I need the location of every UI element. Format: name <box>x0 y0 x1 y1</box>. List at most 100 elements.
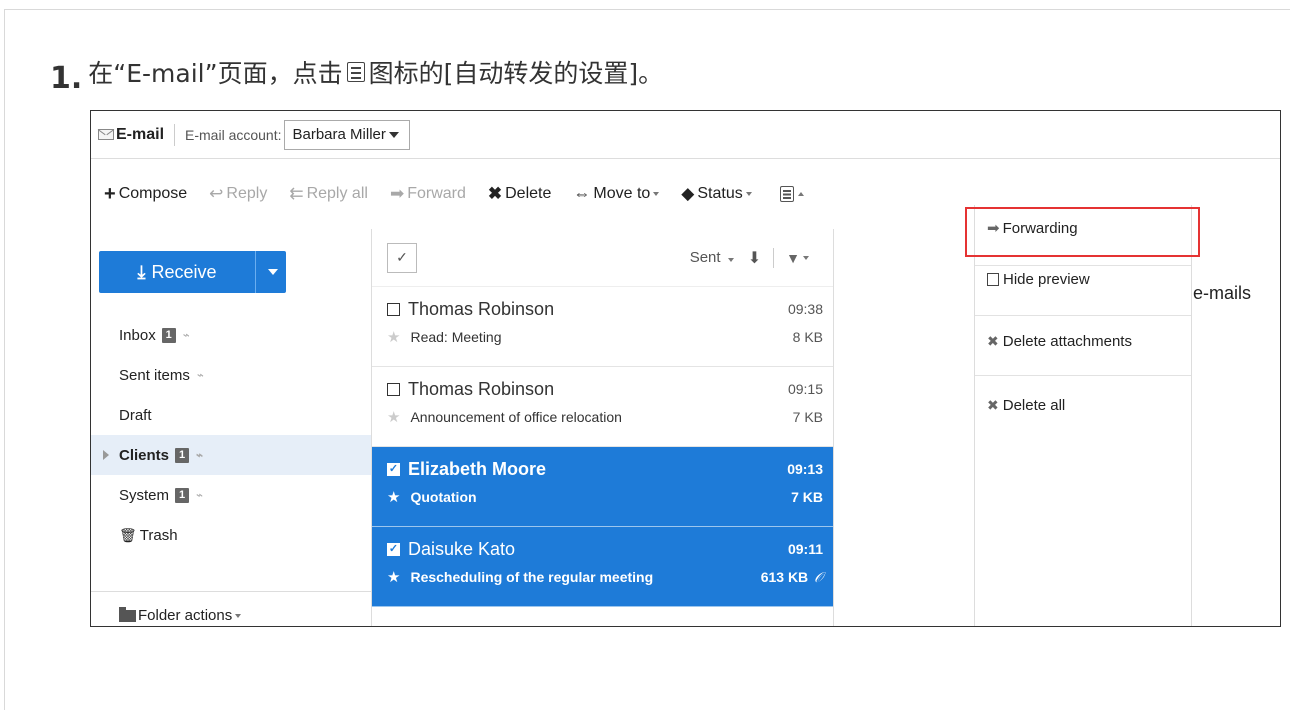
folder-label: Clients <box>119 446 170 464</box>
menu-item-label: Hide preview <box>1003 271 1090 288</box>
menu-icon <box>779 186 794 202</box>
reply-button[interactable]: ↩ Reply <box>209 184 267 204</box>
menu-item-label: Delete attachments <box>1002 333 1132 350</box>
message-size: 7 KB <box>791 489 823 505</box>
reply-all-button[interactable]: ⇇ Reply all <box>289 184 368 204</box>
status-button[interactable]: ◆ Status <box>681 184 752 204</box>
folder-trash[interactable]: 🗑 Trash <box>91 515 371 555</box>
sort-controls: Sent ⬇ ▼ <box>690 247 809 268</box>
menu-item-delete-attachments[interactable]: ✖ Delete attachments <box>987 333 1132 350</box>
menu-item-label: Delete all <box>1002 397 1066 414</box>
menu-divider <box>975 375 1191 376</box>
move-arrows-icon: ⇔ <box>573 184 591 203</box>
folder-label: System <box>119 486 170 504</box>
forward-label: Forward <box>407 185 466 202</box>
message-sender: Thomas Robinson <box>408 298 555 319</box>
message-subject: Quotation <box>410 489 477 505</box>
message-time: 09:15 <box>787 381 823 397</box>
receive-options-button[interactable] <box>255 251 286 293</box>
chevron-down-icon <box>653 192 660 196</box>
reply-all-label: Reply all <box>306 185 368 202</box>
delete-button[interactable]: ✖ Delete <box>488 184 552 204</box>
message-sender: Thomas Robinson <box>408 378 555 399</box>
more-options-button[interactable] <box>779 186 804 202</box>
receive-button[interactable]: ⤓ Receive <box>99 251 255 293</box>
select-all-checkbox[interactable]: ✓ <box>387 242 417 273</box>
folder-list: Inbox 1 ⌁ Sent items ⌁ Draft Clients 1 ⌁… <box>91 315 371 555</box>
account-select[interactable]: Barbara Miller <box>283 119 410 150</box>
message-subject: Rescheduling of the regular meeting <box>410 569 654 585</box>
reply-label: Reply <box>226 185 268 202</box>
sort-label: Sent <box>689 249 721 266</box>
divider <box>773 247 775 268</box>
folder-icon <box>119 606 136 622</box>
step-number: 1. <box>50 60 83 96</box>
message-sender: Daisuke Kato <box>408 538 516 559</box>
message-checkbox-checked[interactable]: ✓ <box>387 542 400 556</box>
step-text: 在“E-mail”页面，点击 图标的[自动转发的设置]。 <box>88 54 663 90</box>
message-row-selected[interactable]: ✓ Elizabeth Moore 09:13 ★ Quotation 7 KB <box>372 447 833 527</box>
menu-divider <box>975 265 1191 266</box>
expand-triangle-icon[interactable] <box>103 450 109 460</box>
account-label: E-mail account: <box>185 126 282 143</box>
star-icon[interactable]: ★ <box>387 328 400 346</box>
folder-draft[interactable]: Draft <box>91 395 371 435</box>
receive-button-group: ⤓ Receive <box>99 251 286 293</box>
account-value: Barbara Miller <box>292 126 386 143</box>
chevron-down-icon <box>727 258 734 262</box>
move-to-button[interactable]: ⇔ Move to <box>573 184 660 204</box>
rss-icon: ⌁ <box>195 368 204 382</box>
chevron-down-icon <box>267 269 278 275</box>
step-text-before: 在“E-mail”页面，点击 <box>88 59 343 88</box>
folder-actions-label: Folder actions <box>138 607 233 624</box>
folder-label: Draft <box>119 406 152 424</box>
folder-label: Inbox <box>119 326 156 344</box>
star-icon[interactable]: ★ <box>387 408 400 426</box>
move-to-label: Move to <box>593 185 651 202</box>
message-row[interactable]: Thomas Robinson 09:38 ★ Read: Meeting 8 … <box>372 287 833 367</box>
delete-label: Delete <box>505 185 552 202</box>
chevron-down-icon <box>803 255 809 260</box>
message-subject: Announcement of office relocation <box>410 409 622 425</box>
message-row[interactable]: Thomas Robinson 09:15 ★ Announcement of … <box>372 367 833 447</box>
message-list: ✓ Sent ⬇ ▼ Thomas Robinson 09:38 ★ Read: <box>371 229 834 626</box>
folder-actions-button[interactable]: Folder actions <box>91 591 371 626</box>
folder-sent-items[interactable]: Sent items ⌁ <box>91 355 371 395</box>
menu-item-hide-preview[interactable]: Hide preview <box>987 271 1090 288</box>
message-subject: Read: Meeting <box>410 329 502 345</box>
message-checkbox[interactable] <box>387 302 400 316</box>
forward-button[interactable]: ➡ Forward <box>390 184 466 204</box>
folder-inbox[interactable]: Inbox 1 ⌁ <box>91 315 371 355</box>
sort-button[interactable]: Sent <box>690 249 734 266</box>
tag-icon: ◆ <box>681 184 695 203</box>
message-list-header: ✓ Sent ⬇ ▼ <box>372 229 833 287</box>
filter-icon[interactable]: ▼ <box>786 250 800 266</box>
folder-system[interactable]: System 1 ⌁ <box>91 475 371 515</box>
step-text-after: 图标的[自动转发的设置]。 <box>368 59 664 88</box>
app-header: E-mail E-mail account: Barbara Miller <box>91 111 1280 159</box>
message-checkbox-checked[interactable]: ✓ <box>387 462 400 476</box>
menu-item-delete-all[interactable]: ✖ Delete all <box>987 397 1065 414</box>
rss-icon: ⌁ <box>195 488 203 502</box>
app-title: E-mail <box>116 125 165 143</box>
folder-label: Sent items <box>119 366 190 384</box>
instruction-step: 1. 在“E-mail”页面，点击 图标的[自动转发的设置]。 <box>50 52 663 96</box>
chevron-up-icon <box>797 192 804 196</box>
compose-button[interactable]: + Compose <box>104 183 187 206</box>
sort-direction-icon[interactable]: ⬇ <box>748 248 761 268</box>
star-icon[interactable]: ★ <box>387 568 400 586</box>
reply-all-icon: ⇇ <box>289 184 304 203</box>
chevron-down-icon <box>388 131 399 138</box>
rss-icon: ⌁ <box>181 328 189 342</box>
download-icon: ⤓ <box>137 261 146 282</box>
sidebar: ⤓ Receive Inbox 1 ⌁ Sent items ⌁ Draft C… <box>91 229 371 626</box>
star-icon[interactable]: ★ <box>387 488 400 506</box>
menu-divider <box>975 315 1191 316</box>
chevron-down-icon <box>235 613 242 618</box>
message-row-selected[interactable]: ✓ Daisuke Kato 09:11 ★ Rescheduling of t… <box>372 527 833 607</box>
folder-clients[interactable]: Clients 1 ⌁ <box>91 435 371 475</box>
message-time: 09:13 <box>787 461 823 477</box>
compose-label: Compose <box>118 185 188 202</box>
message-checkbox[interactable] <box>387 382 400 396</box>
message-time: 09:11 <box>787 541 823 557</box>
